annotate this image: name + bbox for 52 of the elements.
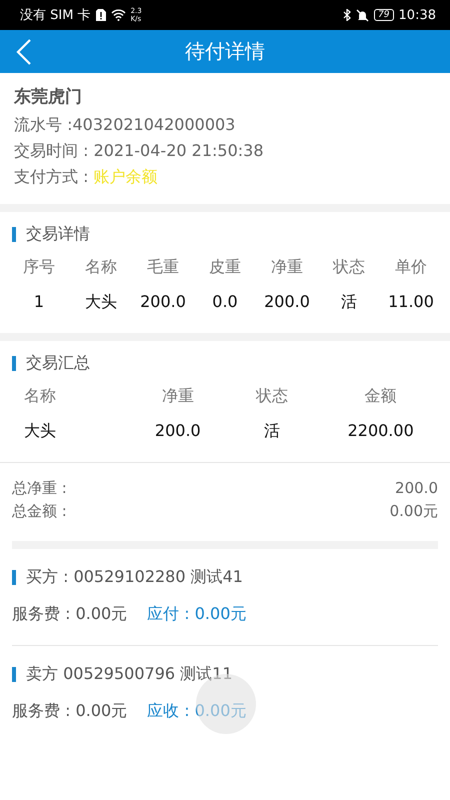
wifi-icon (110, 9, 126, 21)
payment-method: 账户余额 (94, 167, 158, 186)
table-cell-text: 11.00 (387, 292, 435, 313)
total-value: 0.00元 (390, 502, 438, 521)
serial-number: 流水号 :4032021042000003 (14, 115, 236, 136)
column-header: 净重 (160, 386, 195, 407)
column-header: 单价 (394, 257, 428, 278)
section-marker (12, 227, 16, 242)
section-title: 交易汇总 (26, 353, 90, 374)
section-marker (12, 667, 16, 682)
service-fee: 服务费 : 0.00元 (12, 604, 128, 625)
column-header: 金额 (364, 386, 398, 407)
table-cell-text: 活 (263, 421, 282, 442)
column-header: 状态 (332, 257, 366, 278)
total-label: 总金额 : (12, 502, 67, 521)
party-title: 买方 : 00529102280 测试41 (26, 567, 243, 588)
table-cell-text: 200.0 (263, 292, 311, 313)
amount-due: 应收 : 0.00元 (147, 701, 246, 722)
carrier-text: 没有 SIM 卡 (20, 7, 91, 24)
column-header: 名称 (23, 386, 57, 407)
column-header: 状态 (254, 386, 290, 407)
battery-icon: 79 (374, 9, 394, 21)
payment-label: 支付方式 : (14, 167, 90, 186)
table-cell-text: 200.0 (154, 421, 202, 442)
market-name: 东莞虎门 (14, 86, 83, 108)
party-title: 卖方 00529500796 测试11 (26, 664, 233, 685)
muted-bell-icon (356, 8, 370, 22)
sim-alert-icon (96, 9, 106, 21)
column-header: 毛重 (146, 257, 180, 278)
table-cell-text: 大头 (23, 421, 57, 442)
table-cell-text: 活 (340, 292, 358, 313)
back-icon[interactable] (16, 39, 32, 65)
page-title: 待付详情 (185, 38, 265, 65)
column-header: 名称 (84, 257, 118, 278)
table-cell-text: 200.0 (139, 292, 187, 313)
service-fee: 服务费 : 0.00元 (12, 701, 128, 722)
column-header: 序号 (22, 257, 56, 278)
table-cell-text: 2200.00 (346, 421, 415, 442)
section-title: 交易详情 (26, 224, 90, 245)
column-header: 皮重 (208, 257, 242, 278)
section-marker (12, 356, 16, 371)
section-marker (12, 570, 16, 585)
bluetooth-icon (343, 9, 352, 21)
column-header: 净重 (270, 257, 304, 278)
table-cell-text: 大头 (84, 292, 118, 313)
total-label: 总净重 : (12, 479, 67, 498)
total-value: 200.0 (395, 479, 438, 498)
table-cell-text: 0.0 (211, 292, 239, 313)
trade-time: 交易时间 : 2021-04-20 21:50:38 (14, 141, 264, 162)
amount-due: 应付 : 0.00元 (147, 604, 246, 625)
table-cell-text: 1 (32, 292, 46, 313)
clock-text: 10:38 (398, 8, 436, 22)
